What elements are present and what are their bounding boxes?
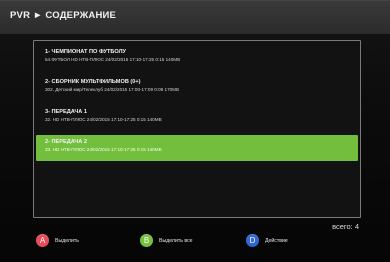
header-bar: PVR ► СОДЕРЖАНИЕ [0,0,390,35]
recording-item-4-selected[interactable]: 2- ПЕРЕДАЧА 2 33. HD НТВ-ПЛЮС 24/02/2015… [36,135,358,161]
recording-item-1[interactable]: 1- ЧЕМПИОНАТ ПО ФУТБОЛУ 54.ФУТБОЛ HD НТВ… [36,45,358,71]
page-title: PVR ► СОДЕРЖАНИЕ [10,10,117,21]
pvr-screen: PVR ► СОДЕРЖАНИЕ 1- ЧЕМПИОНАТ ПО ФУТБОЛУ… [0,0,390,262]
d-button-icon: D [246,234,259,247]
b-button-key: B [143,236,150,245]
recording-meta: 302. Детский мир/Телеклуб 24/02/2015 17:… [45,87,180,92]
recording-title: 1- ЧЕМПИОНАТ ПО ФУТБОЛУ [45,49,127,55]
hint-button-a[interactable]: A Выделить [36,234,79,247]
hint-button-b[interactable]: B Выделить все [140,234,193,247]
d-button-key: D [249,236,256,245]
recording-meta: 54.ФУТБОЛ HD НТВ-ПЛЮС 24/02/2015 17:10-1… [45,57,181,62]
hint-label-d: Действие [265,237,288,244]
b-button-icon: B [140,234,153,247]
recording-item-2[interactable]: 2- СБОРНИК МУЛЬТФИЛЬМОВ (0+) 302. Детски… [36,75,358,101]
a-button-key: A [39,236,46,245]
hint-button-d[interactable]: D Действие [246,234,288,247]
recording-meta: 32. HD НТВ-ПЛЮС 24/02/2015 17:10-17:25 0… [45,117,162,122]
recording-item-3[interactable]: 3- ПЕРЕДАЧА 1 32. HD НТВ-ПЛЮС 24/02/2015… [36,105,358,131]
recording-title: 3- ПЕРЕДАЧА 1 [45,109,87,115]
a-button-icon: A [36,234,49,247]
hint-label-a: Выделить [55,237,79,244]
recording-meta: 33. HD НТВ-ПЛЮС 24/02/2015 17:10-17:25 0… [45,147,162,152]
hint-label-b: Выделить все [159,237,193,244]
recording-title: 2- СБОРНИК МУЛЬТФИЛЬМОВ (0+) [45,79,141,85]
recording-title: 2- ПЕРЕДАЧА 2 [45,139,87,145]
total-count: всего: 4 [332,222,359,231]
recordings-list: 1- ЧЕМПИОНАТ ПО ФУТБОЛУ 54.ФУТБОЛ HD НТВ… [33,40,361,218]
